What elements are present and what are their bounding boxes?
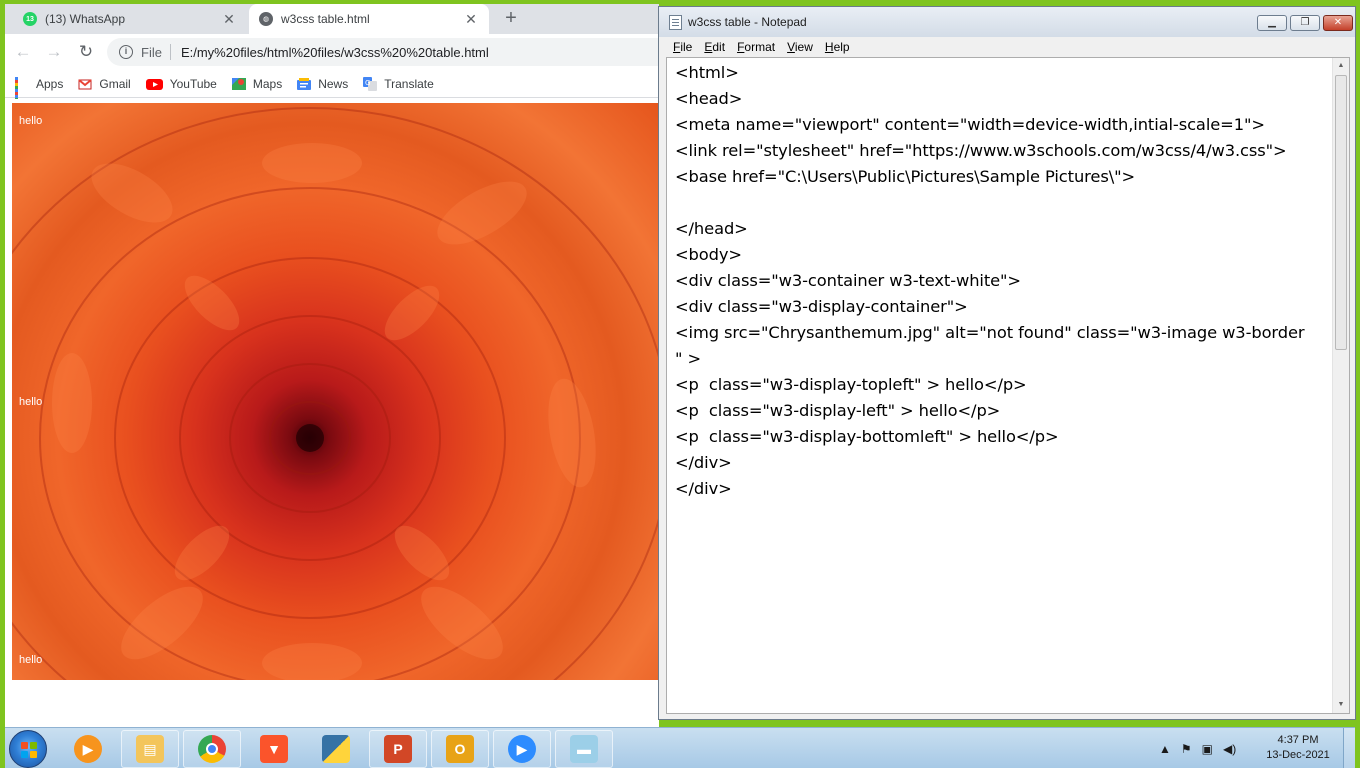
windows-logo-icon (21, 742, 37, 758)
bookmark-translate[interactable]: G Translate (363, 76, 434, 91)
maps-icon (231, 77, 246, 91)
translate-icon: G (363, 76, 378, 91)
system-tray: ▲ ⚑ ▣ ◀) (1159, 728, 1246, 768)
hello-topleft: hello (19, 115, 43, 127)
close-icon[interactable]: ✕ (221, 11, 237, 28)
clock-time: 4:37 PM (1277, 734, 1319, 746)
tab-label: (13) WhatsApp (45, 12, 126, 26)
address-scheme: File (141, 44, 162, 60)
powerpoint-icon: P (384, 735, 412, 763)
notepad-text[interactable]: <html> <head> <meta name="viewport" cont… (675, 60, 1335, 502)
tab-strip: 13 (13) WhatsApp ✕ ◍ w3css table.html ✕ … (5, 4, 659, 34)
notepad-titlebar[interactable]: w3css table - Notepad ▁ ❐ ✕ (659, 7, 1355, 37)
bookmark-gmail[interactable]: Gmail (78, 76, 131, 91)
network-icon[interactable]: ▣ (1202, 742, 1213, 756)
bookmark-label: YouTube (169, 76, 217, 91)
bookmark-maps[interactable]: Maps (231, 76, 283, 91)
taskbar-media-player[interactable]: ▶ (59, 730, 117, 768)
address-url[interactable]: E:/my%20files/html%20files/w3css%20%20ta… (181, 45, 489, 60)
file-explorer-icon: ▤ (136, 735, 164, 763)
chrome-icon (198, 735, 226, 763)
youtube-icon (145, 77, 163, 91)
bookmark-label: News (318, 76, 349, 91)
zoom-icon: ▶ (508, 735, 536, 763)
menu-format[interactable]: Format (737, 40, 775, 54)
browser-toolbar: ← → ↻ i File E:/my%20files/html%20files/… (5, 34, 659, 70)
show-hidden-icons-icon[interactable]: ▲ (1159, 742, 1171, 756)
hello-left: hello (19, 396, 43, 408)
scrollbar-thumb[interactable] (1335, 75, 1347, 350)
maximize-button[interactable]: ❐ (1290, 15, 1320, 31)
media-player-icon: ▶ (74, 735, 102, 763)
bookmark-news[interactable]: News (297, 77, 348, 91)
clock-date: 13-Dec-2021 (1266, 749, 1330, 761)
notepad-icon (669, 14, 682, 30)
brave-icon: ▼ (260, 735, 288, 763)
tab-w3css-table[interactable]: ◍ w3css table.html ✕ (249, 4, 489, 34)
notepad-title: w3css table - Notepad (688, 15, 807, 29)
bookmark-label: Translate (384, 76, 434, 91)
scroll-up-icon[interactable]: ▲ (1333, 58, 1349, 74)
news-icon (297, 77, 312, 91)
back-arrow-icon[interactable]: ← (11, 40, 35, 64)
taskbar-notepad[interactable]: ▬ (555, 730, 613, 768)
action-center-flag-icon[interactable]: ⚑ (1181, 742, 1192, 756)
bookmark-label: Gmail (99, 76, 131, 91)
vertical-scrollbar[interactable]: ▲ ▼ (1332, 58, 1349, 713)
minimize-button[interactable]: ▁ (1257, 15, 1287, 31)
svg-text:G: G (365, 79, 370, 87)
chrysanthemum-image: hello hello hello (12, 103, 659, 680)
browser-window: 13 (13) WhatsApp ✕ ◍ w3css table.html ✕ … (5, 4, 659, 727)
taskbar-outlook[interactable]: O (431, 730, 489, 768)
info-icon[interactable]: i (119, 45, 133, 59)
taskbar-chrome[interactable] (183, 730, 241, 768)
reload-icon[interactable]: ↻ (74, 40, 98, 64)
apps-grid-icon (15, 76, 29, 104)
menu-view[interactable]: View (787, 40, 813, 54)
new-tab-button[interactable]: + (499, 7, 523, 30)
hello-bottomleft: hello (19, 654, 43, 666)
taskbar: ▶ ▤ ▼ P O ▶ ▬ ▲ ⚑ ▣ ◀) 4:37 PM 13-Dec-20… (5, 727, 1355, 768)
page-content: hello hello hello (5, 99, 659, 727)
close-icon[interactable]: ✕ (463, 11, 479, 28)
tab-whatsapp[interactable]: 13 (13) WhatsApp ✕ (13, 4, 247, 34)
scroll-down-icon[interactable]: ▼ (1333, 697, 1349, 713)
close-button[interactable]: ✕ (1323, 15, 1353, 31)
volume-icon[interactable]: ◀) (1223, 742, 1236, 756)
outlook-icon: O (446, 735, 474, 763)
bookmark-label: Apps (36, 76, 64, 91)
python-idle-icon (322, 735, 350, 763)
menu-edit[interactable]: Edit (704, 40, 725, 54)
address-divider (169, 44, 171, 60)
notepad-text-area[interactable]: <html> <head> <meta name="viewport" cont… (666, 57, 1350, 714)
menu-help[interactable]: Help (825, 40, 850, 54)
taskbar-brave[interactable]: ▼ (245, 730, 303, 768)
notepad-menubar: File Edit Format View Help (659, 37, 1355, 57)
bookmark-apps[interactable]: Apps (15, 76, 64, 104)
taskbar-python[interactable] (307, 730, 365, 768)
notepad-icon: ▬ (570, 735, 598, 763)
address-bar[interactable]: i File E:/my%20files/html%20files/w3css%… (107, 38, 659, 66)
tab-label: w3css table.html (281, 12, 370, 26)
taskbar-zoom[interactable]: ▶ (493, 730, 551, 768)
bookmark-label: Maps (252, 76, 283, 91)
taskbar-powerpoint[interactable]: P (369, 730, 427, 768)
start-button[interactable] (9, 730, 47, 768)
system-clock[interactable]: 4:37 PM 13-Dec-2021 (1263, 733, 1333, 763)
notepad-window: w3css table - Notepad ▁ ❐ ✕ File Edit Fo… (658, 6, 1356, 720)
bookmark-youtube[interactable]: YouTube (145, 76, 217, 91)
show-desktop-button[interactable] (1343, 728, 1355, 768)
bookmarks-bar: Apps Gmail YouTube Maps News G Translate (5, 70, 659, 104)
gmail-icon (78, 77, 92, 91)
taskbar-file-explorer[interactable]: ▤ (121, 730, 179, 768)
flower-petals-graphic (12, 107, 659, 680)
forward-arrow-icon[interactable]: → (42, 40, 66, 64)
whatsapp-icon: 13 (23, 12, 37, 26)
globe-icon: ◍ (259, 12, 273, 26)
menu-file[interactable]: File (673, 40, 692, 54)
